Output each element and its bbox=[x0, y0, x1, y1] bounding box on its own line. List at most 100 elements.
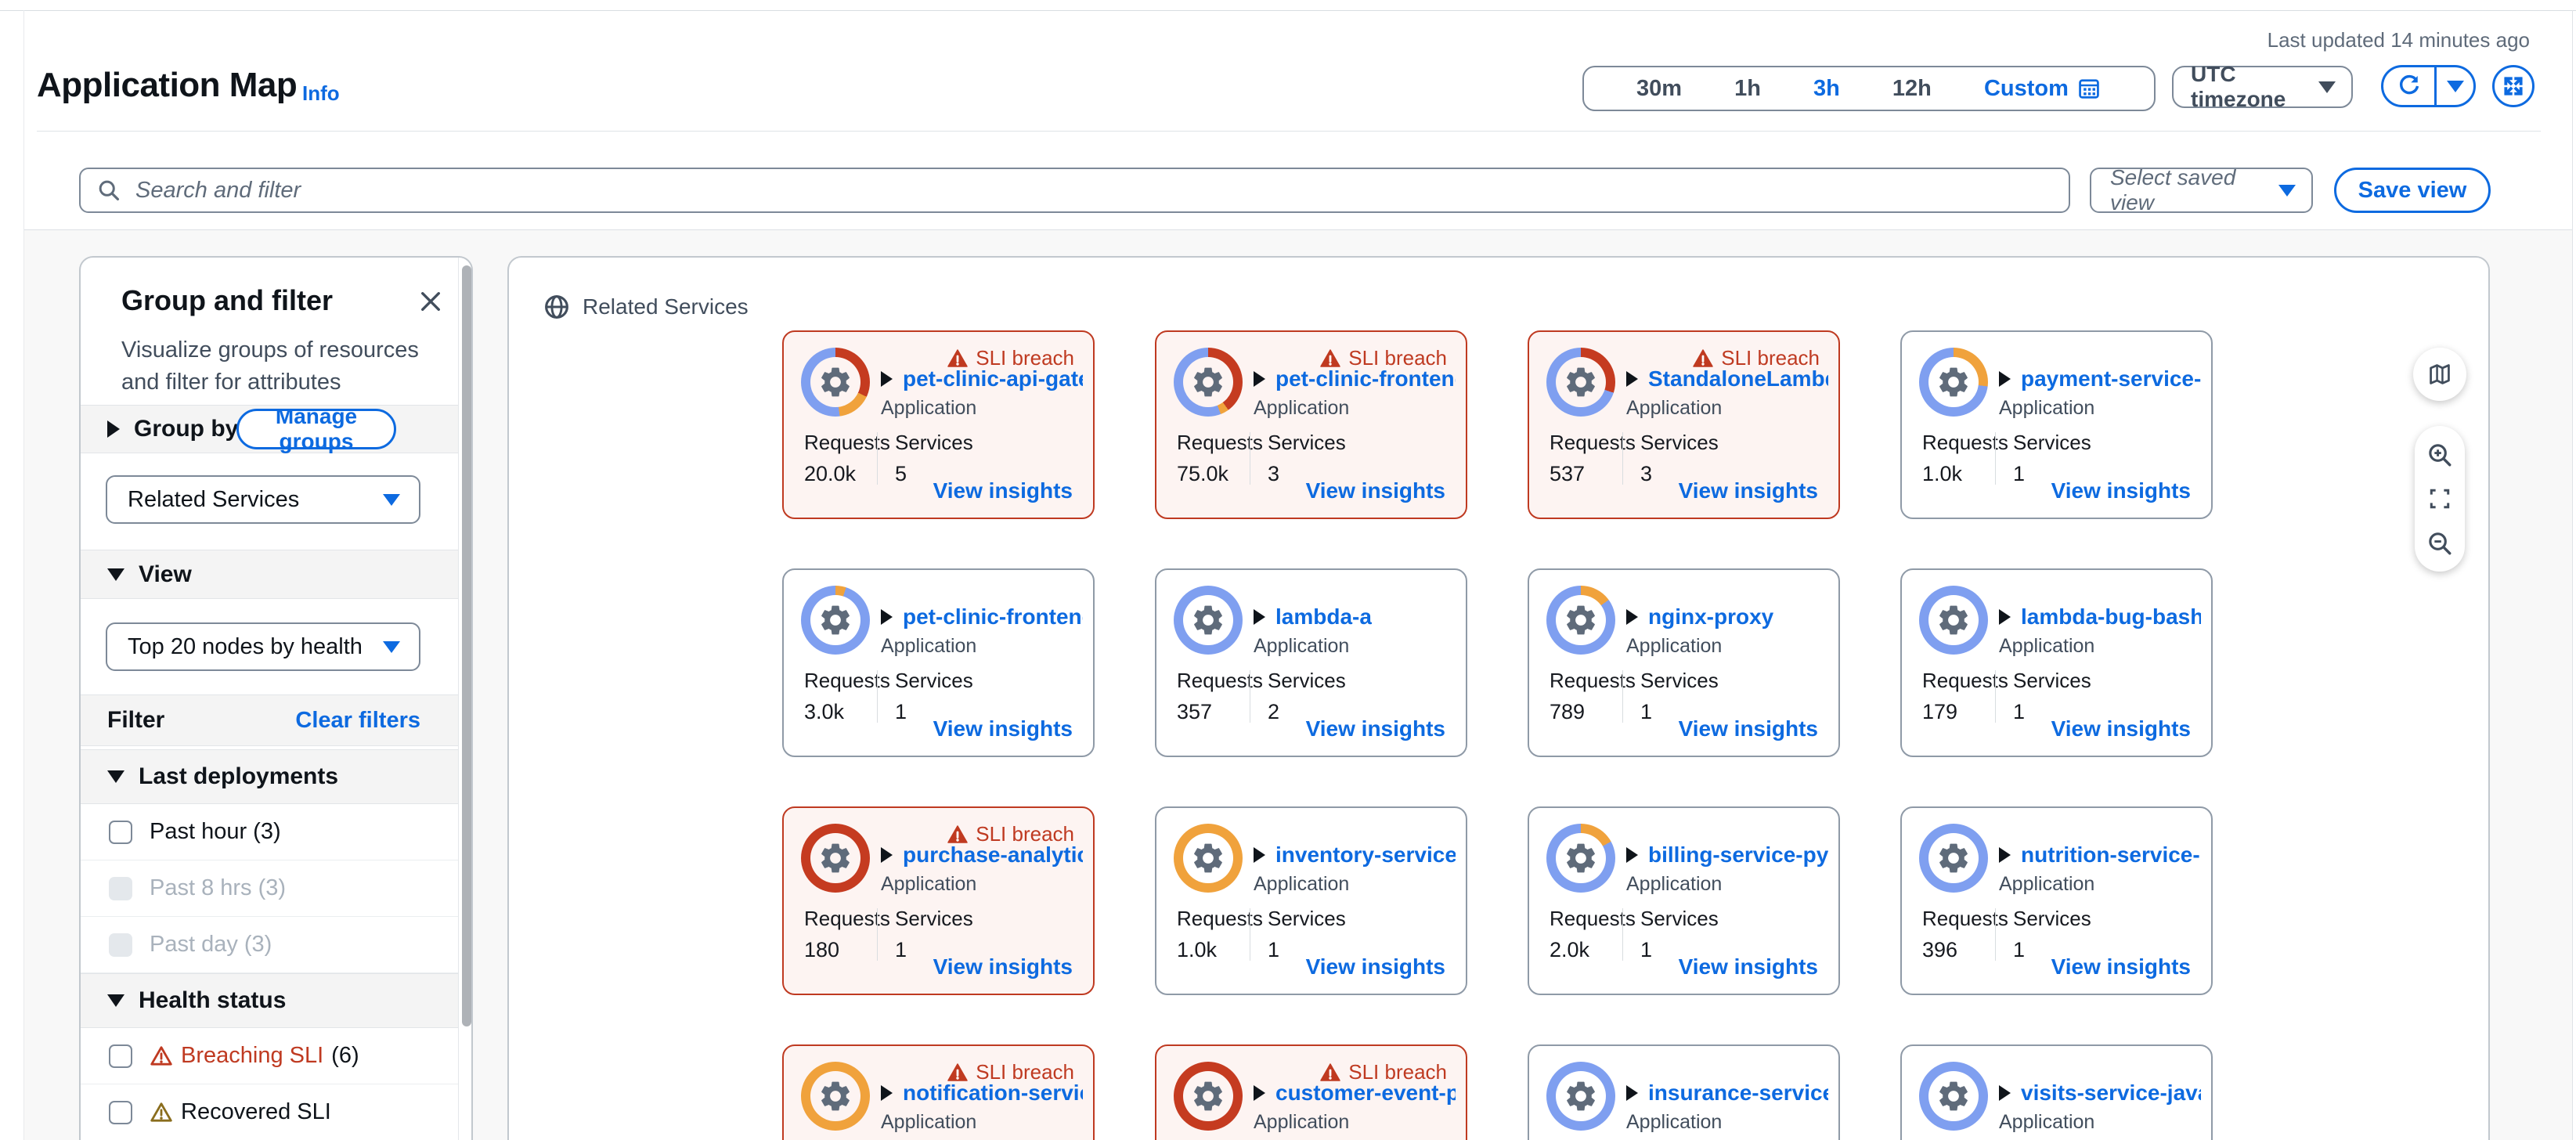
service-card[interactable]: SLI breach purchase-analytics-en... Appl… bbox=[782, 806, 1095, 995]
saved-view-dropdown[interactable]: Select saved view bbox=[2090, 168, 2313, 213]
gear-icon bbox=[817, 840, 853, 876]
expand-triangle-icon[interactable] bbox=[1999, 847, 2011, 863]
donut-hole bbox=[1556, 833, 1606, 883]
group-by-label: Group by bbox=[134, 416, 238, 442]
requests-value: 789 bbox=[1550, 700, 1622, 724]
group-by-select[interactable]: Related Services bbox=[106, 475, 420, 524]
filter-section-header[interactable]: Health status bbox=[81, 973, 458, 1028]
view-insights-link[interactable]: View insights bbox=[2051, 954, 2191, 979]
view-select[interactable]: Top 20 nodes by health bbox=[106, 622, 420, 671]
expand-triangle-icon[interactable] bbox=[1626, 1085, 1638, 1101]
chevron-down-icon bbox=[107, 770, 124, 783]
view-insights-link[interactable]: View insights bbox=[1306, 716, 1445, 741]
manage-groups-button[interactable]: Manage groups bbox=[236, 409, 396, 449]
view-insights-link[interactable]: View insights bbox=[933, 954, 1073, 979]
view-section-header[interactable]: View bbox=[81, 550, 458, 599]
expand-triangle-icon[interactable] bbox=[881, 371, 893, 387]
group-by-section-header[interactable]: Group by Manage groups bbox=[81, 405, 458, 453]
service-link[interactable]: lambda-a bbox=[1254, 604, 1372, 630]
view-insights-link[interactable]: View insights bbox=[1306, 478, 1445, 503]
saved-view-placeholder: Select saved view bbox=[2110, 165, 2278, 215]
expand-triangle-icon[interactable] bbox=[1999, 371, 2011, 387]
service-link[interactable]: pet-clinic-frontend-ec... bbox=[1254, 366, 1456, 391]
refresh-button[interactable] bbox=[2383, 67, 2437, 105]
timezone-dropdown[interactable]: UTC timezone bbox=[2172, 66, 2353, 108]
expand-triangle-icon[interactable] bbox=[1626, 371, 1638, 387]
service-card[interactable]: SLI breach pet-clinic-api-gateway Applic… bbox=[782, 330, 1095, 519]
expand-triangle-icon[interactable] bbox=[881, 1085, 893, 1101]
checkbox[interactable] bbox=[109, 821, 132, 844]
service-link[interactable]: pet-clinic-api-gateway bbox=[881, 366, 1083, 391]
expand-triangle-icon[interactable] bbox=[1999, 1085, 2011, 1101]
view-insights-link[interactable]: View insights bbox=[1679, 716, 1818, 741]
view-insights-link[interactable]: View insights bbox=[2051, 716, 2191, 741]
zoom-in-button[interactable] bbox=[2424, 439, 2455, 471]
service-link[interactable]: billing-service-python bbox=[1626, 842, 1828, 868]
service-link[interactable]: StandaloneLambda bbox=[1626, 366, 1828, 391]
service-link[interactable]: inventory-service-java bbox=[1254, 842, 1456, 868]
service-card[interactable]: lambda-bug-bash Application Requests 179… bbox=[1900, 568, 2213, 757]
service-link[interactable]: payment-service-dotnet bbox=[1999, 366, 2201, 391]
time-range-3h[interactable]: 3h bbox=[1813, 76, 1840, 102]
view-insights-link[interactable]: View insights bbox=[933, 478, 1073, 503]
checkbox[interactable] bbox=[109, 1101, 132, 1124]
info-link[interactable]: Info bbox=[302, 81, 340, 106]
refresh-options-button[interactable] bbox=[2437, 67, 2473, 105]
expand-triangle-icon[interactable] bbox=[1254, 847, 1265, 863]
expand-triangle-icon[interactable] bbox=[1626, 609, 1638, 625]
view-insights-link[interactable]: View insights bbox=[933, 716, 1073, 741]
view-insights-link[interactable]: View insights bbox=[1306, 954, 1445, 979]
filter-section-header[interactable]: Last deployments bbox=[81, 749, 458, 804]
fit-to-screen-button[interactable] bbox=[2424, 483, 2455, 514]
service-card[interactable]: billing-service-python Application Reque… bbox=[1528, 806, 1840, 995]
donut-hole bbox=[1183, 357, 1233, 407]
service-card[interactable]: inventory-service-java Application Reque… bbox=[1155, 806, 1467, 995]
expand-triangle-icon[interactable] bbox=[1626, 847, 1638, 863]
time-range-12h[interactable]: 12h bbox=[1892, 76, 1932, 102]
refresh-icon bbox=[2397, 74, 2422, 99]
expand-triangle-icon[interactable] bbox=[1999, 609, 2011, 625]
save-view-button[interactable]: Save view bbox=[2334, 168, 2491, 213]
zoom-out-button[interactable] bbox=[2424, 528, 2455, 559]
fullscreen-button[interactable] bbox=[2492, 65, 2535, 107]
view-insights-link[interactable]: View insights bbox=[1679, 478, 1818, 503]
service-card[interactable]: visits-service-java Application Requests… bbox=[1900, 1044, 2213, 1140]
service-name: notification-service-java bbox=[903, 1080, 1083, 1106]
service-card[interactable]: nginx-proxy Application Requests 789 Ser… bbox=[1528, 568, 1840, 757]
expand-triangle-icon[interactable] bbox=[1254, 371, 1265, 387]
search-input[interactable] bbox=[134, 177, 2053, 204]
minimap-toggle-button[interactable] bbox=[2413, 348, 2466, 401]
service-link[interactable]: nginx-proxy bbox=[1626, 604, 1773, 630]
service-card[interactable]: nutrition-service-nodejs Application Req… bbox=[1900, 806, 2213, 995]
time-range-30m[interactable]: 30m bbox=[1636, 76, 1682, 102]
service-card[interactable]: SLI breach notification-service-java App… bbox=[782, 1044, 1095, 1140]
expand-triangle-icon[interactable] bbox=[881, 609, 893, 625]
expand-triangle-icon[interactable] bbox=[1254, 1085, 1265, 1101]
service-link[interactable]: lambda-bug-bash bbox=[1999, 604, 2201, 630]
service-link[interactable]: purchase-analytics-en... bbox=[881, 842, 1083, 868]
service-card[interactable]: SLI breach customer-event-proce... Appli… bbox=[1155, 1044, 1467, 1140]
view-insights-link[interactable]: View insights bbox=[2051, 478, 2191, 503]
expand-triangle-icon[interactable] bbox=[1254, 609, 1265, 625]
view-insights-link[interactable]: View insights bbox=[1679, 954, 1818, 979]
service-card[interactable]: insurance-service-pyth... Application Re… bbox=[1528, 1044, 1840, 1140]
service-link[interactable]: customer-event-proce... bbox=[1254, 1080, 1456, 1106]
sidebar-scrollbar[interactable] bbox=[462, 265, 471, 1026]
service-link[interactable]: visits-service-java bbox=[1999, 1080, 2201, 1106]
service-link[interactable]: nutrition-service-nodejs bbox=[1999, 842, 2201, 868]
time-range-1h[interactable]: 1h bbox=[1734, 76, 1761, 102]
clear-filters-link[interactable]: Clear filters bbox=[295, 708, 420, 734]
expand-triangle-icon[interactable] bbox=[881, 847, 893, 863]
checkbox[interactable] bbox=[109, 1044, 132, 1068]
service-card[interactable]: SLI breach StandaloneLambda Application … bbox=[1528, 330, 1840, 519]
time-range-custom[interactable]: Custom bbox=[1984, 76, 2102, 102]
close-panel-button[interactable] bbox=[417, 287, 445, 316]
service-type-label: Application bbox=[881, 397, 976, 420]
service-card[interactable]: SLI breach pet-clinic-frontend-ec... App… bbox=[1155, 330, 1467, 519]
service-card[interactable]: payment-service-dotnet Application Reque… bbox=[1900, 330, 2213, 519]
service-card[interactable]: pet-clinic-frontend-java Application Req… bbox=[782, 568, 1095, 757]
service-link[interactable]: pet-clinic-frontend-java bbox=[881, 604, 1083, 630]
service-link[interactable]: notification-service-java bbox=[881, 1080, 1083, 1106]
service-card[interactable]: lambda-a Application Requests 357 Servic… bbox=[1155, 568, 1467, 757]
service-link[interactable]: insurance-service-pyth... bbox=[1626, 1080, 1828, 1106]
